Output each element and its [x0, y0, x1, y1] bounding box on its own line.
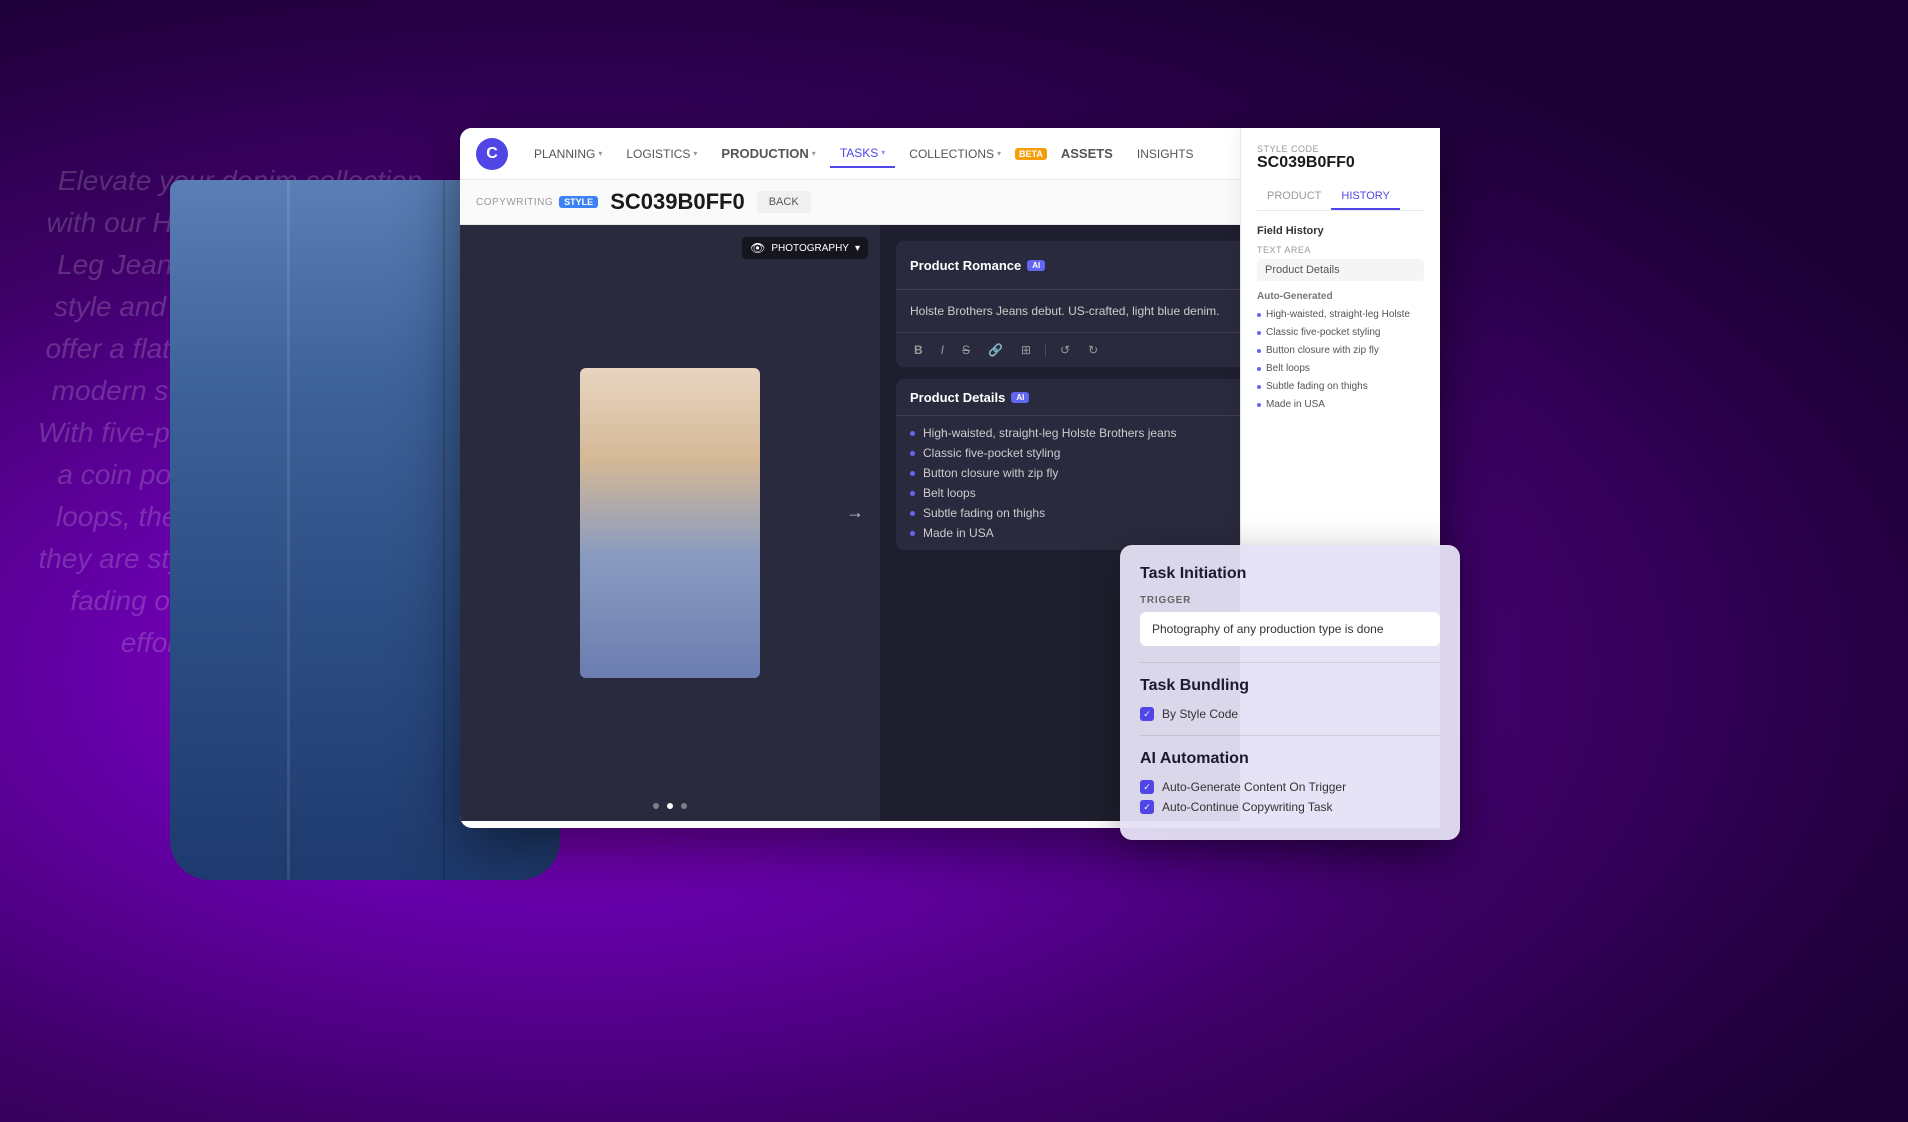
tab-history[interactable]: HISTORY	[1331, 184, 1400, 210]
chevron-down-icon: ▾	[598, 149, 602, 158]
ai-option1-label: Auto-Generate Content On Trigger	[1162, 780, 1346, 794]
auto-list-item: Made in USA	[1257, 398, 1424, 412]
table-button[interactable]: ⊞	[1017, 341, 1035, 359]
auto-bullet-icon	[1257, 349, 1261, 353]
nav-insights[interactable]: INSIGHTS	[1127, 141, 1204, 167]
ai-option1-checkbox[interactable]	[1140, 780, 1154, 794]
text-area-label: TEXT AREA	[1257, 245, 1424, 255]
romance-ai-badge: AI	[1027, 260, 1045, 271]
bullet-icon	[910, 431, 915, 436]
nav-production[interactable]: PRODUCTION ▾	[711, 140, 825, 167]
nav-collections[interactable]: COLLECTIONS ▾	[899, 141, 1011, 167]
auto-bullet-icon	[1257, 313, 1261, 317]
bold-button[interactable]: B	[910, 341, 927, 359]
auto-list-item: Button closure with zip fly	[1257, 344, 1424, 358]
app-logo[interactable]: C	[476, 138, 508, 170]
product-photo	[580, 368, 760, 678]
bullet-icon	[910, 531, 915, 536]
auto-bullet-icon	[1257, 331, 1261, 335]
beta-badge: BETA	[1015, 148, 1047, 160]
sidebar-style-code: SC039B0FF0	[1257, 154, 1424, 172]
italic-button[interactable]: I	[937, 341, 948, 359]
image-dot-2[interactable]	[667, 803, 673, 809]
bullet-icon	[910, 511, 915, 516]
nav-tasks[interactable]: TASKS ▾	[830, 140, 895, 168]
auto-bullet-icon	[1257, 403, 1261, 407]
ai-option2-checkbox[interactable]	[1140, 800, 1154, 814]
tab-product[interactable]: PRODUCT	[1257, 184, 1331, 210]
chevron-down-icon: ▾	[812, 149, 816, 158]
bundling-option-label: By Style Code	[1162, 707, 1238, 721]
auto-list-item: Belt loops	[1257, 362, 1424, 376]
text-area-value: Product Details	[1257, 259, 1424, 281]
chevron-down-icon: ▾	[881, 148, 885, 157]
nav-assets[interactable]: ASSETS	[1051, 140, 1123, 167]
task-bundling-title: Task Bundling	[1140, 677, 1440, 695]
breadcrumb: COPYWRITING STYLE	[476, 196, 598, 208]
details-title: Product Details	[910, 390, 1005, 405]
ai-option1-row[interactable]: Auto-Generate Content On Trigger	[1140, 780, 1440, 794]
trigger-label: TRIGGER	[1140, 595, 1440, 606]
bullet-icon	[910, 471, 915, 476]
image-dot-3[interactable]	[681, 803, 687, 809]
auto-bullet-icon	[1257, 367, 1261, 371]
image-dot-1[interactable]	[653, 803, 659, 809]
ai-automation-title: AI Automation	[1140, 750, 1440, 768]
trigger-text: Photography of any production type is do…	[1140, 612, 1440, 646]
task-divider-2	[1140, 735, 1440, 736]
style-code-heading: SC039B0FF0	[610, 189, 745, 215]
left-panel: PHOTOGRAPHY ▾ →	[460, 225, 880, 821]
breadcrumb-label: COPYWRITING	[476, 197, 553, 208]
redo-button[interactable]: ↻	[1084, 341, 1102, 359]
style-badge: STYLE	[559, 196, 598, 208]
auto-bullet-icon	[1257, 385, 1261, 389]
link-button[interactable]: 🔗	[984, 341, 1007, 359]
auto-generated-label: Auto-Generated	[1257, 291, 1424, 302]
chevron-down-icon: ▾	[997, 149, 1001, 158]
auto-list-item: Subtle fading on thighs	[1257, 380, 1424, 394]
details-ai-badge: AI	[1011, 392, 1029, 403]
ai-option2-label: Auto-Continue Copywriting Task	[1162, 800, 1333, 814]
style-code-label: STYLE CODE	[1257, 144, 1424, 154]
nav-logistics[interactable]: LOGISTICS ▾	[616, 141, 707, 167]
photography-label: PHOTOGRAPHY ▾	[742, 237, 868, 259]
romance-title: Product Romance	[910, 258, 1021, 273]
auto-list-item: Classic five-pocket styling	[1257, 326, 1424, 340]
ai-option2-row[interactable]: Auto-Continue Copywriting Task	[1140, 800, 1440, 814]
sidebar-tabs: PRODUCT HISTORY	[1257, 184, 1424, 211]
bundling-checkbox[interactable]	[1140, 707, 1154, 721]
bullet-icon	[910, 451, 915, 456]
chevron-down-icon: ▾	[855, 243, 860, 254]
auto-list-item: High-waisted, straight-leg Holste	[1257, 308, 1424, 322]
back-button[interactable]: BACK	[757, 191, 811, 213]
next-image-arrow[interactable]: →	[846, 502, 864, 523]
image-controls	[653, 803, 687, 809]
bullet-icon	[910, 491, 915, 496]
undo-button[interactable]: ↺	[1056, 341, 1074, 359]
task-initiation-title: Task Initiation	[1140, 565, 1440, 583]
field-history-title: Field History	[1257, 225, 1424, 237]
bundling-option-row[interactable]: By Style Code	[1140, 707, 1440, 721]
task-divider-1	[1140, 662, 1440, 663]
task-initiation-panel: Task Initiation TRIGGER Photography of a…	[1120, 545, 1460, 840]
strikethrough-button[interactable]: S	[958, 341, 974, 359]
toolbar-separator	[1045, 343, 1046, 357]
nav-planning[interactable]: PLANNING ▾	[524, 141, 612, 167]
chevron-down-icon: ▾	[693, 149, 697, 158]
image-area: PHOTOGRAPHY ▾ →	[460, 225, 880, 821]
